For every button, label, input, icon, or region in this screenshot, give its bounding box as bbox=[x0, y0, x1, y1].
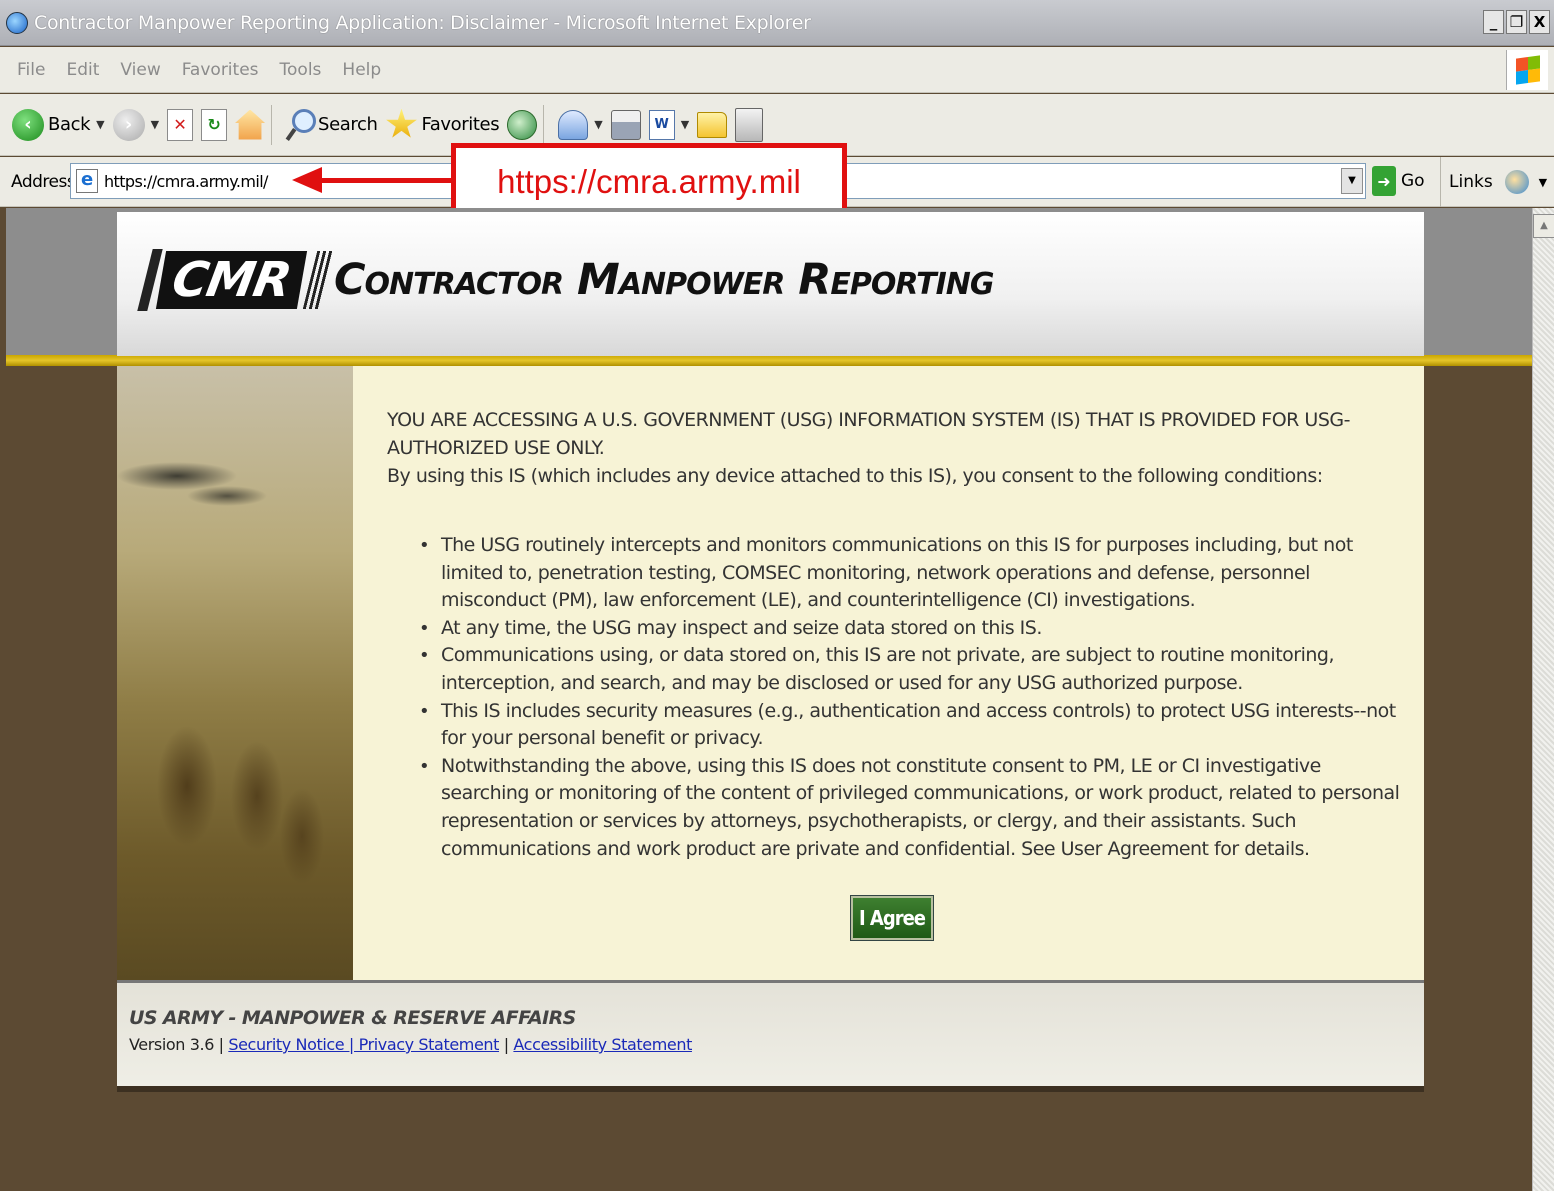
callout-arrow-line bbox=[318, 178, 452, 183]
address-dropdown-icon[interactable]: ▼ bbox=[1341, 168, 1363, 194]
page-viewport: CMR Contractor Manpower Reporting YOU AR… bbox=[6, 208, 1532, 1191]
card-shadow bbox=[117, 1086, 1424, 1092]
printer-icon bbox=[610, 109, 641, 140]
toolbar-separator bbox=[271, 104, 273, 145]
windows-logo bbox=[1506, 50, 1548, 90]
disclaimer-consent: By using this IS (which includes any dev… bbox=[387, 465, 1323, 487]
word-icon: W bbox=[648, 109, 675, 140]
refresh-button[interactable]: ↻ bbox=[201, 108, 228, 141]
menu-view[interactable]: View bbox=[120, 60, 160, 80]
menu-bar: File Edit View Favorites Tools Help bbox=[0, 47, 1554, 93]
home-button[interactable] bbox=[235, 109, 266, 140]
search-button[interactable]: Search bbox=[286, 108, 378, 142]
soldiers-photo bbox=[117, 366, 353, 980]
menu-edit[interactable]: Edit bbox=[66, 60, 99, 80]
messenger-button[interactable] bbox=[735, 107, 764, 142]
back-label: Back bbox=[48, 114, 91, 135]
go-arrow-icon: ➜ bbox=[1372, 166, 1396, 196]
list-item: At any time, the USG may inspect and sei… bbox=[387, 615, 1407, 643]
window-title: Contractor Manpower Reporting Applicatio… bbox=[34, 11, 811, 34]
logo-bars bbox=[302, 251, 334, 309]
address-label: Address bbox=[11, 171, 76, 192]
forward-button[interactable]: › ▼ bbox=[112, 108, 159, 141]
maximize-button[interactable]: ❐ bbox=[1506, 10, 1527, 34]
disclaimer-panel: YOU ARE ACCESSING A U.S. GOVERNMENT (USG… bbox=[353, 366, 1424, 980]
links-label: Links bbox=[1449, 172, 1493, 192]
messenger-icon bbox=[735, 107, 764, 142]
list-item: This IS includes security measures (e.g.… bbox=[387, 698, 1407, 753]
go-label: Go bbox=[1401, 171, 1425, 191]
links-toolbar[interactable]: Links ▼ bbox=[1440, 157, 1547, 207]
cmr-logo: CMR Contractor Manpower Reporting bbox=[137, 249, 995, 311]
ie-icon bbox=[6, 11, 28, 34]
logo-abbr: CMR bbox=[155, 251, 308, 309]
forward-arrow-icon: › bbox=[112, 108, 145, 141]
callout-arrow-head bbox=[292, 167, 322, 193]
forward-dropdown-icon[interactable]: ▼ bbox=[151, 118, 159, 131]
accessibility-link[interactable]: Accessibility Statement bbox=[513, 1035, 692, 1054]
star-icon bbox=[386, 108, 417, 138]
close-button[interactable]: X bbox=[1529, 10, 1550, 34]
callout-text: https://cmra.army.mil bbox=[497, 162, 801, 200]
go-button[interactable]: ➜ Go bbox=[1372, 166, 1425, 196]
minimize-button[interactable]: _ bbox=[1483, 10, 1504, 34]
links-icon bbox=[1504, 170, 1529, 194]
list-item: Notwithstanding the above, using this IS… bbox=[387, 753, 1407, 863]
scroll-up-icon[interactable]: ▲ bbox=[1533, 214, 1554, 238]
vertical-scrollbar[interactable]: ▲ bbox=[1532, 208, 1554, 1191]
window-title-bar: Contractor Manpower Reporting Applicatio… bbox=[0, 0, 1554, 46]
disclaimer-heading: YOU ARE ACCESSING A U.S. GOVERNMENT (USG… bbox=[387, 409, 1350, 459]
disclaimer-intro: YOU ARE ACCESSING A U.S. GOVERNMENT (USG… bbox=[387, 406, 1397, 490]
mail-button[interactable]: ▼ bbox=[558, 109, 603, 140]
search-label: Search bbox=[318, 114, 378, 135]
menu-tools[interactable]: Tools bbox=[280, 60, 322, 80]
back-dropdown-icon[interactable]: ▼ bbox=[96, 118, 104, 131]
home-icon bbox=[235, 109, 266, 140]
conditions-list: The USG routinely intercepts and monitor… bbox=[387, 532, 1407, 863]
menu-file[interactable]: File bbox=[17, 60, 45, 80]
favorites-label: Favorites bbox=[421, 114, 500, 135]
favorites-button[interactable]: Favorites bbox=[386, 108, 500, 141]
print-button[interactable] bbox=[610, 109, 641, 140]
edit-dropdown-icon[interactable]: ▼ bbox=[681, 118, 689, 131]
windows-flag-icon bbox=[1515, 55, 1540, 85]
address-input[interactable] bbox=[104, 171, 304, 191]
folder-button[interactable] bbox=[697, 111, 728, 138]
site-footer: US ARMY - MANPOWER & RESERVE AFFAIRS Ver… bbox=[117, 980, 1424, 1086]
site-card: CMR Contractor Manpower Reporting YOU AR… bbox=[117, 212, 1424, 1086]
media-icon bbox=[507, 109, 538, 140]
page-icon bbox=[76, 169, 98, 193]
back-arrow-icon: ‹ bbox=[12, 108, 44, 141]
refresh-icon: ↻ bbox=[201, 108, 228, 141]
site-header: CMR Contractor Manpower Reporting bbox=[117, 212, 1424, 356]
menu-help[interactable]: Help bbox=[342, 60, 381, 80]
search-icon bbox=[286, 108, 317, 142]
list-item: Communications using, or data stored on,… bbox=[387, 642, 1407, 697]
menu-favorites[interactable]: Favorites bbox=[182, 60, 259, 80]
list-item: The USG routinely intercepts and monitor… bbox=[387, 532, 1407, 615]
footer-separator: | bbox=[503, 1035, 509, 1054]
security-privacy-link[interactable]: Security Notice | Privacy Statement bbox=[228, 1035, 499, 1054]
media-button[interactable] bbox=[507, 109, 538, 140]
logo-title: Contractor Manpower Reporting bbox=[333, 255, 995, 305]
edit-button[interactable]: W ▼ bbox=[648, 109, 689, 140]
mail-icon bbox=[558, 109, 589, 140]
agree-button[interactable]: I Agree bbox=[850, 895, 934, 941]
stop-button[interactable]: ✕ bbox=[167, 108, 194, 141]
toolbar-separator bbox=[543, 104, 545, 145]
folder-icon bbox=[697, 111, 728, 138]
window-controls: _ ❐ X bbox=[1483, 10, 1550, 34]
links-dropdown-icon[interactable]: ▼ bbox=[1539, 176, 1547, 189]
back-button[interactable]: ‹ Back ▼ bbox=[8, 108, 105, 141]
version-text: Version 3.6 bbox=[129, 1035, 214, 1054]
footer-separator: | bbox=[218, 1035, 224, 1054]
mail-dropdown-icon[interactable]: ▼ bbox=[594, 118, 602, 131]
footer-org: US ARMY - MANPOWER & RESERVE AFFAIRS bbox=[129, 1007, 576, 1029]
stop-icon: ✕ bbox=[167, 108, 194, 141]
footer-links: Version 3.6 | Security Notice | Privacy … bbox=[129, 1035, 692, 1054]
